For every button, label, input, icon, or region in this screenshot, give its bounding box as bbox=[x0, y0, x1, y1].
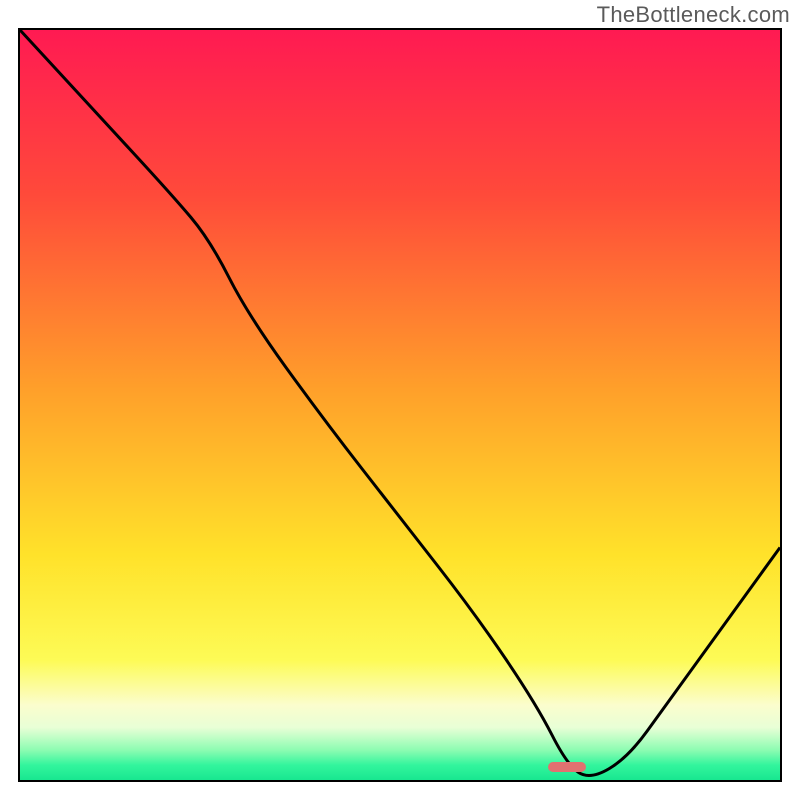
minimum-marker bbox=[548, 762, 586, 772]
bottleneck-curve bbox=[20, 30, 780, 780]
watermark-text: TheBottleneck.com bbox=[597, 2, 790, 28]
plot-frame bbox=[18, 28, 782, 782]
curve-path bbox=[20, 30, 780, 776]
